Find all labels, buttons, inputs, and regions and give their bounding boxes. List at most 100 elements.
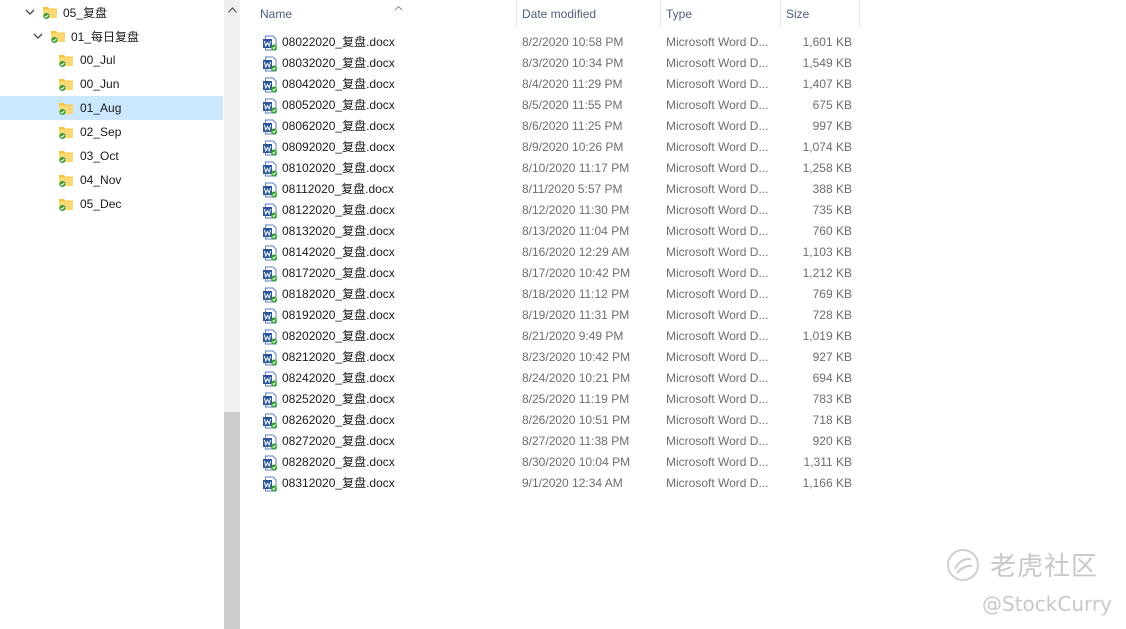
word-doc-icon xyxy=(262,371,278,387)
file-date-modified: 8/27/2020 11:38 PM xyxy=(522,434,630,448)
file-name: 08052020_复盘.docx xyxy=(282,98,395,112)
file-date-modified: 8/16/2020 12:29 AM xyxy=(522,245,630,259)
file-size: 760 KB xyxy=(812,224,852,238)
folder-icon xyxy=(58,124,74,140)
tree-item-05-dec[interactable]: 05_Dec xyxy=(0,192,223,216)
chevron-down-icon[interactable] xyxy=(24,6,36,18)
file-row[interactable]: 08062020_复盘.docx 8/6/2020 11:25 PM Microso… xyxy=(254,116,860,137)
file-size: 675 KB xyxy=(812,98,852,112)
file-name: 08112020_复盘.docx xyxy=(282,182,394,196)
file-type: Microsoft Word D... xyxy=(666,203,769,217)
file-type: Microsoft Word D... xyxy=(666,140,769,154)
tree-item-label: 01_Aug xyxy=(80,101,122,115)
file-date-modified: 8/5/2020 11:55 PM xyxy=(522,98,623,112)
file-date-modified: 8/17/2020 10:42 PM xyxy=(522,266,631,280)
file-date-modified: 8/6/2020 11:25 PM xyxy=(522,119,623,133)
file-type: Microsoft Word D... xyxy=(666,371,769,385)
file-type: Microsoft Word D... xyxy=(666,182,769,196)
folder-icon xyxy=(58,196,74,212)
tree-item-00-jul[interactable]: 00_Jul xyxy=(0,48,223,72)
column-header-date-modified[interactable]: Date modified xyxy=(516,0,660,27)
file-row[interactable]: 08252020_复盘.docx 8/25/2020 11:19 PM Micros… xyxy=(254,389,860,410)
file-row[interactable]: 08282020_复盘.docx 8/30/2020 10:04 PM Micros… xyxy=(254,452,860,473)
file-size: 927 KB xyxy=(812,350,852,364)
word-doc-icon xyxy=(262,329,278,345)
word-doc-icon xyxy=(262,119,278,135)
file-row[interactable]: 08122020_复盘.docx 8/12/2020 11:30 PM Micros… xyxy=(254,200,860,221)
file-type: Microsoft Word D... xyxy=(666,287,769,301)
file-name: 08282020_复盘.docx xyxy=(282,455,395,469)
file-type: Microsoft Word D... xyxy=(666,455,769,469)
file-row[interactable]: 08272020_复盘.docx 8/27/2020 11:38 PM Micros… xyxy=(254,431,860,452)
word-doc-icon xyxy=(262,161,278,177)
file-row[interactable]: 08172020_复盘.docx 8/17/2020 10:42 PM Micros… xyxy=(254,263,860,284)
file-row[interactable]: 08182020_复盘.docx 8/18/2020 11:12 PM Micros… xyxy=(254,284,860,305)
tree-item-01-daily-fupan[interactable]: 01_每日复盘 xyxy=(0,24,223,48)
tree-item-05-fupan[interactable]: 05_复盘 xyxy=(0,0,223,24)
file-row[interactable]: 08202020_复盘.docx 8/21/2020 9:49 PM Microso… xyxy=(254,326,860,347)
file-row[interactable]: 08132020_复盘.docx 8/13/2020 11:04 PM Micros… xyxy=(254,221,860,242)
file-date-modified: 8/9/2020 10:26 PM xyxy=(522,140,624,154)
tree-item-label: 05_复盘 xyxy=(63,5,108,20)
column-header-label: Date modified xyxy=(522,6,597,21)
file-row[interactable]: 08112020_复盘.docx 8/11/2020 5:57 PM Microso… xyxy=(254,179,860,200)
file-name: 08102020_复盘.docx xyxy=(282,161,395,175)
scrollbar-thumb[interactable] xyxy=(224,412,240,629)
column-header-type[interactable]: Type xyxy=(660,0,780,27)
column-header-size[interactable]: Size xyxy=(780,0,859,27)
tree-item-00-jun[interactable]: 00_Jun xyxy=(0,72,223,96)
file-row[interactable]: 08022020_复盘.docx 8/2/2020 10:58 PM Microso… xyxy=(254,32,860,53)
tree-item-03-oct[interactable]: 03_Oct xyxy=(0,144,223,168)
file-name: 08242020_复盘.docx xyxy=(282,371,395,385)
word-doc-icon xyxy=(262,476,278,492)
file-name: 08032020_复盘.docx xyxy=(282,56,395,70)
file-size: 1,601 KB xyxy=(802,35,852,49)
file-date-modified: 8/3/2020 10:34 PM xyxy=(522,56,624,70)
tree-item-04-nov[interactable]: 04_Nov xyxy=(0,168,223,192)
file-date-modified: 8/4/2020 11:29 PM xyxy=(522,77,623,91)
folder-icon xyxy=(58,172,74,188)
file-row[interactable]: 08092020_复盘.docx 8/9/2020 10:26 PM Microso… xyxy=(254,137,860,158)
folder-icon xyxy=(58,76,74,92)
file-row[interactable]: 08142020_复盘.docx 8/16/2020 12:29 AM Micros… xyxy=(254,242,860,263)
file-size: 718 KB xyxy=(812,413,852,427)
file-type: Microsoft Word D... xyxy=(666,35,769,49)
tree-item-label: 03_Oct xyxy=(80,149,119,163)
tree-item-02-sep[interactable]: 02_Sep xyxy=(0,120,223,144)
file-type: Microsoft Word D... xyxy=(666,329,769,343)
tree-item-01-aug[interactable]: 01_Aug xyxy=(0,96,223,120)
word-doc-icon xyxy=(262,413,278,429)
file-type: Microsoft Word D... xyxy=(666,119,769,133)
file-size: 783 KB xyxy=(812,392,852,406)
file-row[interactable]: 08262020_复盘.docx 8/26/2020 10:51 PM Micros… xyxy=(254,410,860,431)
file-date-modified: 8/26/2020 10:51 PM xyxy=(522,413,631,427)
file-row[interactable]: 08052020_复盘.docx 8/5/2020 11:55 PM Microso… xyxy=(254,95,860,116)
file-name: 08062020_复盘.docx xyxy=(282,119,395,133)
file-row[interactable]: 08032020_复盘.docx 8/3/2020 10:34 PM Microso… xyxy=(254,53,860,74)
column-header-label: Name xyxy=(260,6,293,21)
file-size: 920 KB xyxy=(812,434,852,448)
chevron-down-icon[interactable] xyxy=(32,30,44,42)
file-name: 08312020_复盘.docx xyxy=(282,476,395,490)
column-divider[interactable] xyxy=(859,0,860,27)
nav-scrollbar[interactable] xyxy=(224,0,240,629)
file-size: 1,311 KB xyxy=(803,455,852,469)
word-doc-icon xyxy=(262,77,278,93)
column-header-name[interactable]: Name xyxy=(254,0,516,27)
folder-icon xyxy=(50,28,66,44)
word-doc-icon xyxy=(262,224,278,240)
file-row[interactable]: 08192020_复盘.docx 8/19/2020 11:31 PM Micros… xyxy=(254,305,860,326)
file-row[interactable]: 08212020_复盘.docx 8/23/2020 10:42 PM Micros… xyxy=(254,347,860,368)
file-row[interactable]: 08102020_复盘.docx 8/10/2020 11:17 PM Micros… xyxy=(254,158,860,179)
scroll-up-arrow-icon[interactable] xyxy=(224,0,240,20)
folder-icon xyxy=(42,4,58,20)
file-row[interactable]: 08042020_复盘.docx 8/4/2020 11:29 PM Microso… xyxy=(254,74,860,95)
file-size: 1,074 KB xyxy=(802,140,852,154)
file-row[interactable]: 08242020_复盘.docx 8/24/2020 10:21 PM Micros… xyxy=(254,368,860,389)
word-doc-icon xyxy=(262,245,278,261)
file-size: 735 KB xyxy=(812,203,852,217)
file-row[interactable]: 08312020_复盘.docx 9/1/2020 12:34 AM Microso… xyxy=(254,473,860,494)
file-date-modified: 8/12/2020 11:30 PM xyxy=(522,203,630,217)
word-doc-icon xyxy=(262,287,278,303)
file-size: 997 KB xyxy=(812,119,852,133)
